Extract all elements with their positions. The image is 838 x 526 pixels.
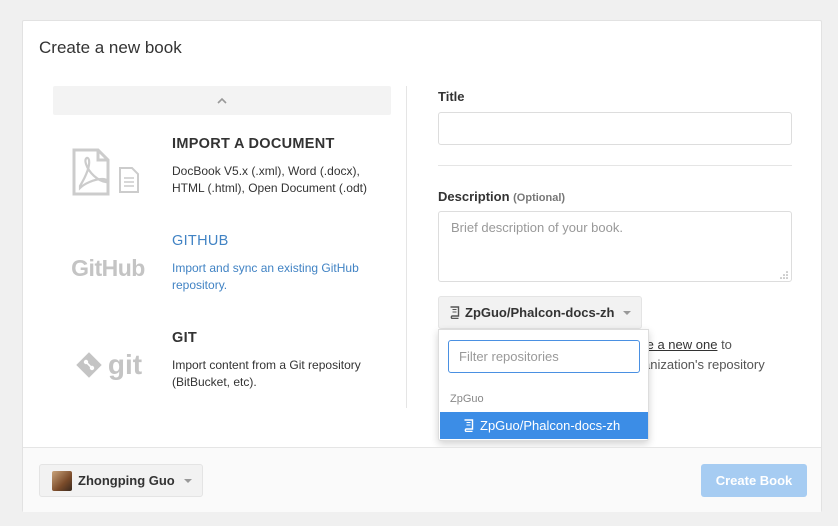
vertical-divider bbox=[406, 86, 407, 408]
form-divider bbox=[438, 165, 792, 166]
owner-select-button[interactable]: Zhongping Guo bbox=[39, 464, 203, 497]
description-label: Description (Optional) bbox=[438, 189, 565, 204]
optional-hint: (Optional) bbox=[513, 192, 566, 204]
source-git[interactable]: git GIT Import content from a Git reposi… bbox=[53, 330, 391, 415]
git-logo-text: git bbox=[107, 349, 143, 380]
chevron-down-icon bbox=[183, 478, 192, 483]
filter-repositories-input[interactable] bbox=[448, 340, 640, 373]
create-new-repo-link[interactable]: te a new one bbox=[643, 337, 717, 352]
resize-grip-icon[interactable] bbox=[779, 270, 789, 280]
description-textarea[interactable] bbox=[438, 211, 792, 282]
dialog-footer: Zhongping Guo Create Book bbox=[23, 447, 821, 512]
title-input[interactable] bbox=[438, 112, 792, 145]
source-heading: GIT bbox=[172, 330, 198, 346]
repo-icon bbox=[450, 306, 460, 319]
repo-option-label: ZpGuo/Phalcon-docs-zh bbox=[480, 418, 621, 433]
github-logo-text: GitHub bbox=[71, 254, 145, 281]
source-github[interactable]: GitHub GITHUB Import and sync an existin… bbox=[53, 233, 391, 318]
document-import-icon bbox=[53, 136, 163, 206]
source-import-document[interactable]: IMPORT A DOCUMENT DocBook V5.x (.xml), W… bbox=[53, 136, 391, 221]
repository-dropdown: ZpGuo ZpGuo/Phalcon-docs-zh bbox=[438, 329, 649, 441]
chevron-down-icon bbox=[622, 310, 631, 315]
scroll-up-button[interactable] bbox=[53, 86, 391, 115]
source-heading: IMPORT A DOCUMENT bbox=[172, 136, 335, 152]
repo-icon bbox=[464, 419, 474, 432]
repository-select-label: ZpGuo/Phalcon-docs-zh bbox=[465, 305, 615, 320]
repo-group-label: ZpGuo bbox=[450, 393, 484, 405]
import-source-list: IMPORT A DOCUMENT DocBook V5.x (.xml), W… bbox=[53, 86, 391, 406]
github-logo-icon: GitHub bbox=[53, 233, 163, 303]
source-description: Import and sync an existing GitHub repos… bbox=[172, 261, 359, 292]
org-repo-hint: anization's repository bbox=[643, 357, 765, 372]
avatar bbox=[52, 470, 72, 491]
source-description: Import content from a Git repository (Bi… bbox=[172, 358, 361, 389]
create-repo-hint: te a new one to bbox=[643, 337, 732, 352]
create-repo-hint-rest: to bbox=[717, 337, 732, 352]
repository-select-button[interactable]: ZpGuo/Phalcon-docs-zh bbox=[438, 296, 642, 329]
create-book-dialog: Create a new book IMPORT A DOCUMENT DocB… bbox=[22, 20, 822, 512]
source-description: DocBook V5.x (.xml), Word (.docx), HTML … bbox=[172, 164, 367, 195]
title-label: Title bbox=[438, 89, 465, 104]
repo-option[interactable]: ZpGuo/Phalcon-docs-zh bbox=[440, 412, 648, 439]
dialog-title: Create a new book bbox=[39, 38, 182, 57]
create-book-button[interactable]: Create Book bbox=[701, 464, 807, 497]
git-logo-icon: git bbox=[53, 330, 163, 400]
chevron-up-icon bbox=[217, 97, 227, 104]
description-label-text: Description bbox=[438, 189, 510, 204]
source-heading: GITHUB bbox=[172, 233, 229, 249]
owner-name: Zhongping Guo bbox=[78, 473, 175, 488]
